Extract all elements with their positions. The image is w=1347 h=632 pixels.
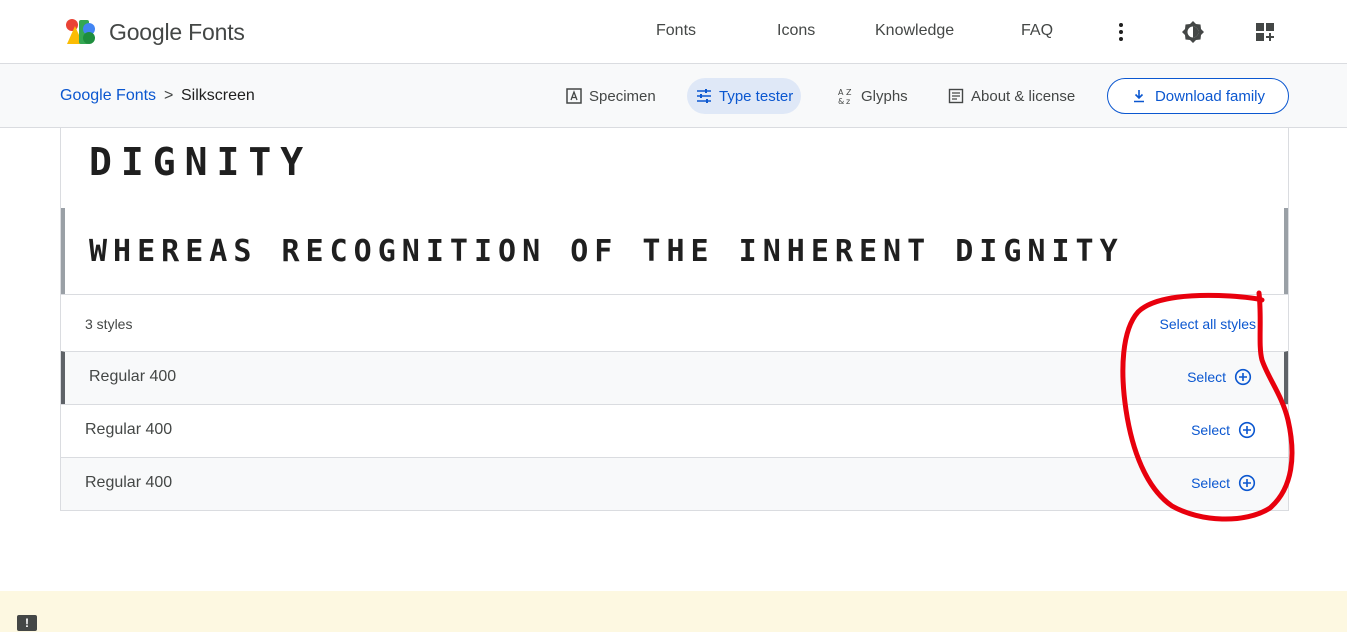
- article-icon: [948, 88, 964, 104]
- tab-specimen-label: Specimen: [589, 87, 656, 105]
- style-name: Regular 400: [89, 368, 177, 385]
- svg-text:A: A: [838, 88, 844, 97]
- add-circle-icon: [1238, 421, 1256, 439]
- feedback-icon[interactable]: !: [17, 615, 37, 631]
- styles-header: 3 styles Select all styles: [61, 294, 1288, 351]
- nav-fonts[interactable]: Fonts: [656, 22, 696, 40]
- style-row[interactable]: Regular 400 Select: [61, 404, 1288, 457]
- style-row[interactable]: Regular 400 Select: [61, 457, 1288, 510]
- theme-toggle-icon[interactable]: [1181, 20, 1205, 44]
- specimen-icon: [566, 88, 582, 104]
- breadcrumb-root-link[interactable]: Google Fonts: [60, 87, 156, 105]
- nav-icons[interactable]: Icons: [777, 22, 815, 40]
- breadcrumb-current: Silkscreen: [181, 87, 255, 104]
- tune-icon: [697, 89, 711, 103]
- svg-text:Z: Z: [846, 88, 852, 97]
- styles-count: 3 styles: [85, 316, 133, 332]
- style-name: Regular 400: [85, 474, 173, 491]
- preview-text-large[interactable]: DIGNITY: [89, 140, 312, 184]
- select-style-button[interactable]: Select: [1187, 368, 1252, 386]
- select-label: Select: [1191, 475, 1230, 491]
- style-name: Regular 400: [85, 421, 173, 438]
- svg-text:&: &: [838, 97, 844, 105]
- tab-glyphs[interactable]: A Z & z Glyphs: [829, 78, 916, 114]
- more-options-icon[interactable]: [1109, 20, 1133, 44]
- download-family-button[interactable]: Download family: [1107, 78, 1289, 114]
- download-icon: [1133, 90, 1144, 103]
- select-style-button[interactable]: Select: [1191, 421, 1256, 439]
- tab-type-tester[interactable]: Type tester: [687, 78, 802, 114]
- add-circle-icon: [1238, 474, 1256, 492]
- select-label: Select: [1187, 369, 1226, 385]
- apps-add-icon[interactable]: [1253, 20, 1277, 44]
- select-all-styles-button[interactable]: Select all styles: [1160, 316, 1256, 332]
- svg-text:z: z: [846, 97, 850, 105]
- type-tester-panel: DIGNITY WHEREAS RECOGNITION OF THE INHER…: [60, 128, 1289, 511]
- brand-name[interactable]: Google Fonts: [109, 19, 245, 46]
- download-family-label: Download family: [1154, 87, 1266, 105]
- font-toolbar: Google Fonts > Silkscreen Specimen Type …: [0, 64, 1347, 128]
- nav-faq[interactable]: FAQ: [1021, 22, 1053, 40]
- select-label: Select: [1191, 422, 1230, 438]
- tab-glyphs-label: Glyphs: [861, 87, 908, 105]
- tab-about-license-label: About & license: [971, 87, 1076, 105]
- nav-knowledge[interactable]: Knowledge: [875, 22, 954, 40]
- add-circle-icon: [1234, 368, 1252, 386]
- google-fonts-logo[interactable]: [65, 18, 97, 46]
- preview-row[interactable]: WHEREAS RECOGNITION OF THE INHERENT DIGN…: [61, 208, 1288, 294]
- breadcrumb-separator: >: [164, 87, 174, 104]
- select-style-button[interactable]: Select: [1191, 474, 1256, 492]
- style-row[interactable]: Regular 400 Select: [61, 351, 1288, 404]
- tab-type-tester-label: Type tester: [719, 87, 794, 105]
- notice-bar: !: [0, 591, 1347, 632]
- top-app-bar: Google Fonts Fonts Icons Knowledge FAQ: [0, 0, 1347, 64]
- tab-specimen[interactable]: Specimen: [557, 78, 664, 114]
- glyphs-icon: A Z& z: [838, 88, 852, 105]
- preview-text-sentence[interactable]: WHEREAS RECOGNITION OF THE INHERENT DIGN…: [89, 234, 1124, 269]
- tab-about-license[interactable]: About & license: [939, 78, 1083, 114]
